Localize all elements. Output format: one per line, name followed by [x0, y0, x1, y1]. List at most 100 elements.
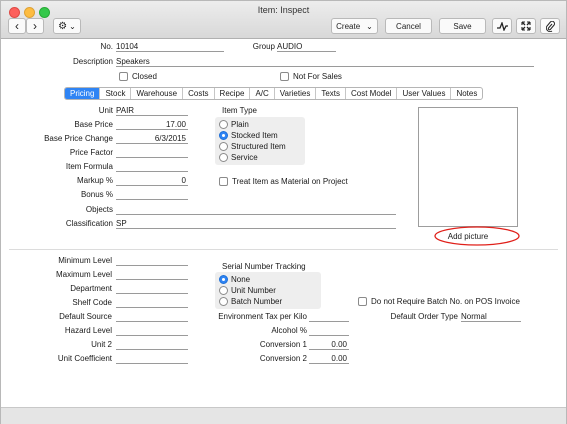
card-tabs: Pricing Stock Warehouse Costs Recipe A/C… [64, 87, 484, 100]
item-picture-box[interactable] [418, 107, 518, 227]
actions-menu-button[interactable]: ⚙ ⌄ [53, 18, 81, 34]
conversion2-label: Conversion 2 [259, 354, 307, 363]
unit2-label: Unit 2 [91, 340, 112, 349]
attachment-button[interactable] [540, 18, 560, 34]
base-price-change-field[interactable]: 6/3/2015 [116, 134, 188, 144]
not-for-sales-checkbox[interactable] [280, 72, 289, 81]
default-source-label: Default Source [59, 312, 112, 321]
tab-varieties[interactable]: Varieties [275, 88, 317, 99]
bonus-field[interactable] [116, 190, 188, 200]
tab-texts[interactable]: Texts [316, 88, 346, 99]
tab-pricing[interactable]: Pricing [65, 88, 101, 99]
no-batch-pos-checkbox[interactable] [358, 297, 367, 306]
default-order-type-label: Default Order Type [390, 312, 458, 321]
activity-graph-icon [496, 21, 508, 31]
status-bar [1, 407, 566, 424]
item-type-group [215, 117, 305, 165]
group-label: Group [252, 42, 275, 51]
hazard-level-label: Hazard Level [64, 326, 112, 335]
item-type-stocked-label: Stocked Item [231, 131, 278, 140]
tab-ac[interactable]: A/C [250, 88, 275, 99]
group-field[interactable]: AUDIO [277, 42, 336, 52]
cancel-button[interactable]: Cancel [385, 18, 432, 34]
chevron-right-icon: › [33, 19, 37, 33]
item-formula-label: Item Formula [65, 162, 113, 171]
treat-as-material-checkbox[interactable] [219, 177, 228, 186]
env-tax-field[interactable] [309, 312, 349, 322]
forward-button[interactable]: › [26, 18, 44, 34]
base-price-change-label: Base Price Change [44, 134, 113, 143]
conversion1-field[interactable]: 0.00 [309, 340, 349, 350]
tab-notes[interactable]: Notes [451, 88, 482, 99]
default-order-type-field[interactable]: Normal [461, 312, 521, 322]
serial-tracking-label: Serial Number Tracking [222, 262, 306, 271]
item-formula-field[interactable] [116, 162, 188, 172]
serial-none-label: None [231, 275, 251, 284]
treat-as-material-label: Treat Item as Material on Project [232, 177, 348, 186]
department-field[interactable] [116, 284, 188, 294]
serial-none-radio[interactable] [219, 275, 228, 284]
save-button[interactable]: Save [439, 18, 486, 34]
tab-warehouse[interactable]: Warehouse [131, 88, 184, 99]
back-button[interactable]: ‹ [8, 18, 26, 34]
item-type-stocked-radio[interactable] [219, 131, 228, 140]
maximum-level-label: Maximum Level [55, 270, 112, 279]
unit-field[interactable]: PAIR [116, 106, 188, 116]
price-factor-label: Price Factor [69, 148, 113, 157]
description-field[interactable]: Speakers [116, 57, 534, 67]
env-tax-label: Environment Tax per Kilo [218, 312, 307, 321]
conversion1-label: Conversion 1 [259, 340, 307, 349]
item-type-plain-radio[interactable] [219, 120, 228, 129]
unit-coefficient-field[interactable] [116, 354, 188, 364]
title-bar: Item: Inspect ‹ › ⚙ ⌄ Create ⌄ Cancel Sa… [1, 1, 566, 39]
activity-button[interactable] [492, 18, 512, 34]
gear-icon: ⚙ [58, 20, 68, 32]
hazard-level-field[interactable] [116, 326, 188, 336]
conversion2-field[interactable]: 0.00 [309, 354, 349, 364]
item-type-service-radio[interactable] [219, 153, 228, 162]
tab-cost-model[interactable]: Cost Model [346, 88, 398, 99]
tab-stock[interactable]: Stock [100, 88, 132, 99]
item-type-structured-label: Structured Item [231, 142, 286, 151]
item-type-service-label: Service [231, 153, 258, 162]
closed-checkbox[interactable] [119, 72, 128, 81]
unit-coefficient-label: Unit Coefficient [57, 354, 112, 363]
minimum-level-field[interactable] [116, 256, 188, 266]
unit-label: Unit [98, 106, 113, 115]
serial-unit-number-radio[interactable] [219, 286, 228, 295]
department-label: Department [70, 284, 112, 293]
default-source-field[interactable] [116, 312, 188, 322]
description-label: Description [72, 57, 113, 66]
item-type-structured-radio[interactable] [219, 142, 228, 151]
markup-label: Markup % [76, 176, 113, 185]
unit2-field[interactable] [116, 340, 188, 350]
base-price-label: Base Price [74, 120, 113, 129]
base-price-field[interactable]: 17.00 [116, 120, 188, 130]
bonus-label: Bonus % [80, 190, 113, 199]
classification-field[interactable]: SP [116, 219, 396, 229]
shelf-code-field[interactable] [116, 298, 188, 308]
cancel-button-label: Cancel [396, 21, 421, 31]
tab-costs[interactable]: Costs [183, 88, 215, 99]
item-type-label: Item Type [222, 106, 257, 115]
tab-user-values[interactable]: User Values [397, 88, 452, 99]
tab-recipe[interactable]: Recipe [215, 88, 251, 99]
chevron-down-icon: ⌄ [366, 21, 373, 31]
price-factor-field[interactable] [116, 148, 188, 158]
chevron-down-icon: ⌄ [69, 21, 76, 31]
chevron-left-icon: ‹ [15, 19, 19, 33]
window-title: Item: Inspect [257, 5, 310, 15]
maximum-level-field[interactable] [116, 270, 188, 280]
serial-batch-number-radio[interactable] [219, 297, 228, 306]
expand-button[interactable] [516, 18, 536, 34]
alcohol-label: Alcohol % [271, 326, 307, 335]
item-inspect-window: Item: Inspect ‹ › ⚙ ⌄ Create ⌄ Cancel Sa… [0, 0, 567, 424]
create-button[interactable]: Create ⌄ [331, 18, 378, 34]
markup-field[interactable]: 0 [116, 176, 188, 186]
expand-arrows-icon [521, 21, 531, 31]
highlight-ellipse [434, 226, 520, 246]
no-field[interactable]: 10104 [116, 42, 224, 52]
alcohol-field[interactable] [309, 326, 349, 336]
objects-field[interactable] [116, 205, 396, 215]
serial-unit-number-label: Unit Number [231, 286, 276, 295]
